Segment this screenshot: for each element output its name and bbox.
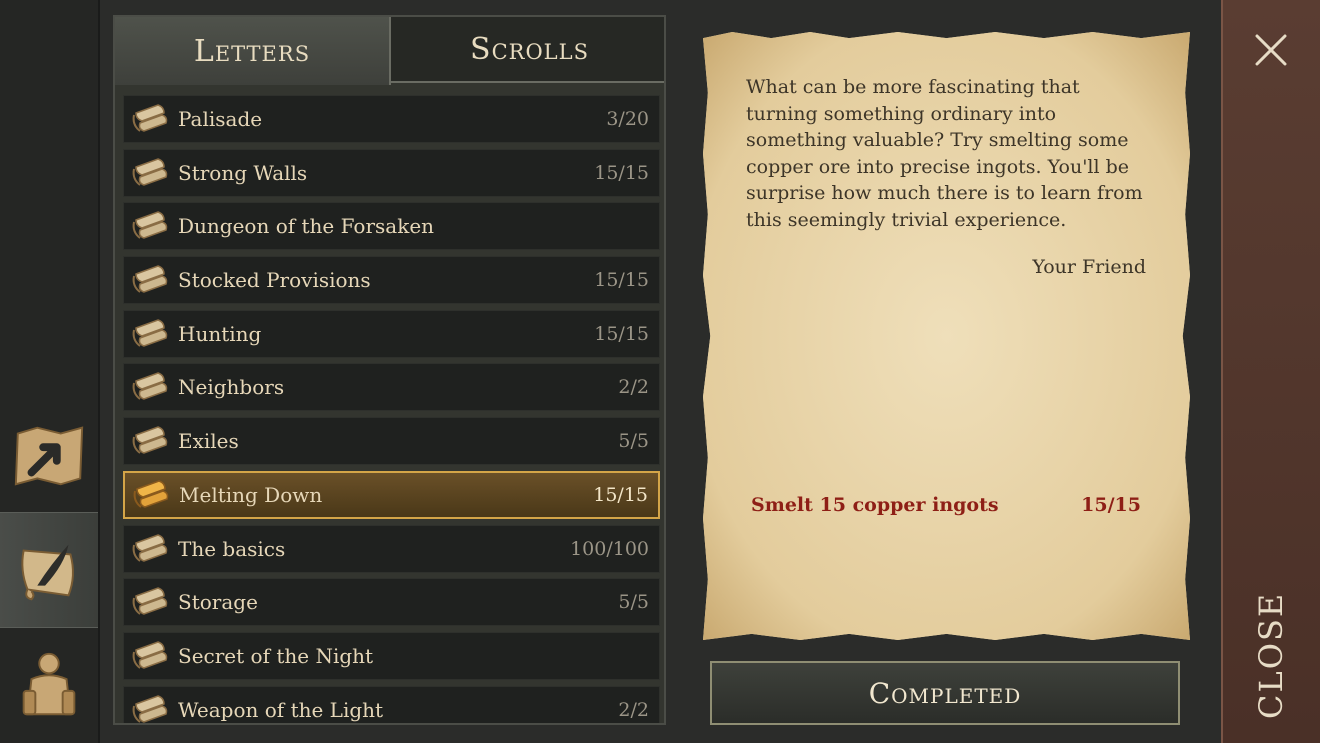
quest-progress: 3/20 — [606, 108, 649, 130]
objective-text: Smelt 15 copper ingots — [751, 494, 999, 516]
tab-letters[interactable]: Letters — [115, 17, 391, 85]
completed-button[interactable]: Completed — [710, 661, 1180, 725]
objective-progress: 15/15 — [1081, 494, 1141, 516]
quest-row[interactable]: Stocked Provisions 15/15 — [123, 256, 660, 305]
quest-row[interactable]: Weapon of the Light 2/2 — [123, 685, 660, 723]
character-nav-button[interactable] — [0, 628, 98, 742]
letter-signature: Your Friend — [1032, 256, 1146, 278]
quest-name: Exiles — [178, 429, 239, 454]
side-nav — [0, 0, 100, 743]
character-backpack-icon — [22, 652, 76, 716]
close-panel[interactable]: CLOSE — [1221, 0, 1320, 743]
quest-name: Storage — [178, 590, 258, 615]
quest-name: Weapon of the Light — [178, 697, 384, 722]
scroll-icon — [130, 692, 170, 723]
quest-list: Palisade 3/20 Strong Walls 15/15 Dungeon of … — [123, 95, 660, 723]
quest-progress: 5/5 — [618, 591, 649, 614]
quest-row[interactable]: Dungeon of the Forsaken — [123, 202, 660, 251]
scroll-icon — [130, 531, 170, 567]
quest-row[interactable]: Palisade 3/20 — [123, 95, 660, 143]
quest-row[interactable]: Neighbors 2/2 — [123, 363, 660, 412]
quest-progress: 100/100 — [570, 537, 649, 560]
quest-name: Dungeon of the Forsaken — [178, 214, 435, 239]
quest-row[interactable]: Hunting 15/15 — [123, 309, 660, 358]
quest-name: Stocked Provisions — [178, 268, 371, 293]
letters-nav-button[interactable] — [0, 512, 98, 628]
quest-name: Neighbors — [178, 375, 285, 400]
quest-list-panel: Letters Scrolls Palisade 3/20 Strong Walls… — [113, 15, 666, 725]
quest-row[interactable]: Strong Walls 15/15 — [123, 148, 660, 197]
map-nav-button[interactable] — [0, 398, 98, 512]
close-label[interactable]: CLOSE — [1252, 591, 1290, 718]
quest-progress: 2/2 — [618, 376, 649, 399]
scroll-icon — [130, 369, 170, 405]
quest-name: Melting Down — [179, 482, 323, 507]
quest-name: Palisade — [178, 107, 263, 131]
scroll-icon — [130, 101, 170, 137]
quest-progress: 15/15 — [594, 161, 649, 184]
quest-row[interactable]: The basics 100/100 — [123, 524, 660, 573]
quest-name: Strong Walls — [178, 160, 308, 185]
tab-bar: Letters Scrolls — [115, 17, 664, 85]
scroll-quill-icon — [21, 544, 74, 601]
map-arrow-icon — [14, 426, 84, 486]
quest-progress: 15/15 — [593, 483, 648, 506]
quest-progress: 15/15 — [594, 269, 649, 292]
scroll-icon — [130, 584, 170, 620]
quest-name: Secret of the Night — [178, 643, 374, 668]
close-icon[interactable] — [1253, 32, 1289, 68]
scroll-icon — [130, 316, 170, 352]
scroll-icon — [130, 208, 170, 244]
scroll-icon — [130, 262, 170, 298]
quest-name: The basics — [178, 536, 286, 561]
quest-row[interactable]: Exiles 5/5 — [123, 417, 660, 466]
letter-body: What can be more fascinating that turnin… — [746, 76, 1143, 231]
scroll-icon — [130, 155, 170, 191]
quest-progress: 15/15 — [594, 322, 649, 345]
letter-parchment: What can be more fascinating that turnin… — [703, 32, 1190, 640]
quest-progress: 2/2 — [618, 698, 649, 721]
quest-row[interactable]: Storage 5/5 — [123, 578, 660, 627]
scroll-icon — [130, 423, 170, 459]
quest-objective: Smelt 15 copper ingots 15/15 — [751, 494, 1141, 516]
quest-progress: 5/5 — [618, 430, 649, 453]
quest-name: Hunting — [178, 321, 262, 346]
scroll-icon — [130, 638, 170, 674]
scroll-icon — [131, 477, 171, 513]
quest-row[interactable]: Secret of the Night — [123, 631, 660, 680]
quest-row[interactable]: Melting Down 15/15 — [123, 470, 660, 519]
tab-scrolls[interactable]: Scrolls — [391, 17, 664, 83]
